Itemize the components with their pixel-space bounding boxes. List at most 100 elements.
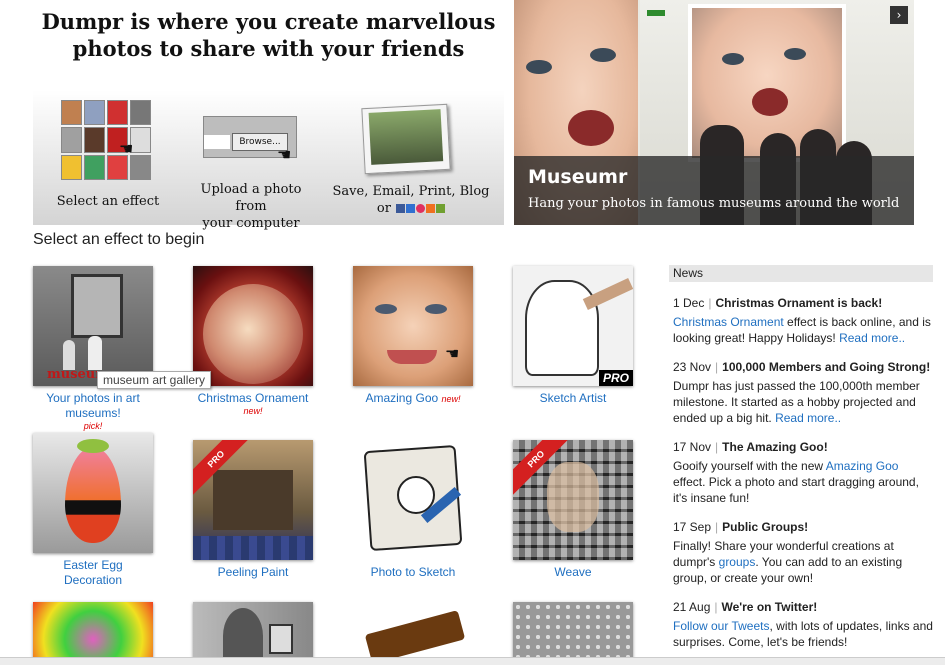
effect-label[interactable]: Weave — [513, 565, 633, 580]
effect-thumb-portrait[interactable] — [193, 602, 313, 664]
orkut-icon[interactable] — [416, 204, 426, 213]
effect-thumb-row3-2[interactable] — [193, 602, 313, 664]
xanga-icon[interactable] — [436, 204, 446, 213]
step-select-label: Select an effect — [56, 194, 160, 209]
effect-label-line1[interactable]: Weave — [554, 565, 591, 579]
news-title: The Amazing Goo! — [722, 440, 828, 454]
effect-amazing-goo[interactable]: ☚ Amazing Goo new! — [353, 266, 473, 407]
effect-peeling-paint[interactable]: PRO Peeling Paint — [193, 440, 313, 580]
effect-thumb-goo[interactable]: ☚ — [353, 266, 473, 386]
step-upload-label: Upload a photo from your computer — [183, 181, 319, 232]
step-save-label: Save, Email, Print, Blog or — [331, 183, 491, 217]
photo-stack-icon — [361, 103, 451, 175]
news-date: 23 Nov — [673, 360, 712, 374]
effect-note: new! — [243, 406, 263, 416]
effect-note: new! — [441, 394, 461, 404]
effect-thumb-row3-3[interactable] — [353, 602, 473, 664]
museumr-banner[interactable]: › Museumr Hang your photos in famous mus… — [514, 0, 914, 225]
effect-thumb-filmstrip[interactable] — [353, 602, 473, 664]
read-more-link[interactable]: Read more.. — [839, 331, 905, 345]
effect-label-line1[interactable]: Peeling Paint — [218, 565, 289, 579]
effect-label-line1[interactable]: Amazing Goo — [365, 391, 438, 405]
effect-label-line1[interactable]: Photo to Sketch — [371, 565, 456, 579]
effect-label-line1[interactable]: Christmas Ornament — [198, 391, 309, 405]
news-title: Christmas Ornament is back! — [715, 296, 883, 310]
effect-label-line2[interactable]: museums! — [65, 406, 120, 420]
step-select-effect: ☚ Select an effect — [33, 100, 183, 212]
effect-label[interactable]: Sketch Artist — [513, 391, 633, 406]
upload-line2: your computer — [202, 216, 300, 231]
step-upload: Browse... ☚ Upload a photo from your com… — [183, 100, 319, 231]
news-link[interactable]: Amazing Goo — [826, 459, 899, 473]
effect-thumb-weave[interactable]: PRO — [513, 440, 633, 560]
effect-label-line1[interactable]: Your photos in art — [46, 391, 140, 405]
news-item: 23 Nov | 100,000 Members and Going Strong!… — [673, 360, 931, 425]
effect-thumb-museumr[interactable]: museumr — [33, 266, 153, 386]
effect-weave[interactable]: PRO Weave — [513, 440, 633, 580]
effect-label[interactable]: Photo to Sketch — [353, 565, 473, 580]
effect-thumb-row3-1[interactable] — [33, 602, 153, 664]
upload-line1: Upload a photo from — [200, 182, 302, 214]
hand-cursor-icon: ☚ — [119, 139, 134, 158]
header-title-line2: photos to share with your friends — [72, 36, 465, 61]
effect-label[interactable]: Easter Egg Decoration — [33, 558, 153, 588]
effect-label[interactable]: Christmas Ornament — [193, 391, 313, 406]
header-title: Dumpr is where you create marvellous pho… — [33, 8, 504, 62]
facebook-icon[interactable] — [396, 204, 406, 213]
effect-sketch-artist[interactable]: PRO Sketch Artist — [513, 266, 633, 406]
header-promo: Dumpr is where you create marvellous pho… — [33, 0, 504, 231]
save-line1: Save, Email, Print, Blog — [332, 184, 490, 199]
step-save: Save, Email, Print, Blog or — [331, 100, 491, 218]
effect-thumb-popart[interactable] — [33, 602, 153, 664]
effect-label[interactable]: Your photos in art museums! — [33, 391, 153, 421]
myspace-icon[interactable] — [406, 204, 416, 213]
news-link[interactable]: Christmas Ornament — [673, 315, 784, 329]
news-date: 17 Sep — [673, 520, 712, 534]
news-title: 100,000 Members and Going Strong! — [722, 360, 931, 374]
effect-museumr[interactable]: museumr Your photos in art museums! pick… — [33, 266, 153, 431]
save-or: or — [376, 201, 391, 216]
banner-tag-icon — [647, 10, 665, 16]
effect-thumb-peeling-paint[interactable]: PRO — [193, 440, 313, 560]
effect-easter-egg[interactable]: Easter Egg Decoration — [33, 433, 153, 588]
effect-label-line1[interactable]: Sketch Artist — [540, 391, 607, 405]
news-item: 17 Nov | The Amazing Goo! Gooify yourself … — [673, 440, 919, 505]
effect-photo-to-sketch[interactable]: Photo to Sketch — [353, 440, 473, 580]
effect-label[interactable]: Amazing Goo new! — [353, 391, 473, 407]
news-date: 17 Nov — [673, 440, 712, 454]
hand-cursor-icon: ☚ — [277, 145, 292, 164]
news-link[interactable]: Follow our Tweets — [673, 619, 770, 633]
effect-note: pick! — [83, 421, 103, 431]
banner-subtitle: Hang your photos in famous museums aroun… — [528, 196, 900, 211]
news-item: 1 Dec | Christmas Ornament is back! Christ… — [673, 296, 931, 345]
hi5-icon[interactable] — [426, 204, 436, 213]
pro-badge: PRO — [598, 370, 633, 386]
news-item: 21 Aug | We're on Twitter! Follow our Twee… — [673, 600, 933, 649]
banner-title: Museumr — [528, 166, 628, 188]
effect-thumb-sketch-artist[interactable]: PRO — [513, 266, 633, 386]
news-text: effect. Pick a photo and start dragging … — [673, 475, 919, 505]
news-heading: News — [669, 265, 933, 282]
save-line2: or — [331, 200, 491, 217]
news-link[interactable]: groups — [719, 555, 756, 569]
tooltip: museum art gallery — [97, 371, 212, 389]
effect-thumbnails-icon — [61, 100, 151, 180]
effect-thumb-easter-egg[interactable] — [33, 433, 153, 553]
effect-christmas-ornament[interactable]: Christmas Ornament new! — [193, 266, 313, 416]
news-title: We're on Twitter! — [721, 600, 818, 614]
effect-label-line2[interactable]: Decoration — [64, 573, 122, 587]
effect-label-line1[interactable]: Easter Egg — [63, 558, 122, 572]
effect-thumb-row3-4[interactable] — [513, 602, 633, 664]
banner-next-icon[interactable]: › — [890, 6, 908, 24]
effect-thumb-christmas[interactable] — [193, 266, 313, 386]
news-text: Gooify yourself with the new — [673, 459, 826, 473]
hand-cursor-icon: ☚ — [445, 344, 460, 363]
header-title-line1: Dumpr is where you create marvellous — [41, 9, 496, 34]
read-more-link[interactable]: Read more.. — [775, 411, 841, 425]
news-title: Public Groups! — [722, 520, 809, 534]
news-panel: News 1 Dec | Christmas Ornament is back! C… — [669, 265, 933, 650]
effect-label[interactable]: Peeling Paint — [193, 565, 313, 580]
section-title: Select an effect to begin — [33, 231, 205, 248]
effect-thumb-mosaic[interactable] — [513, 602, 633, 664]
effect-thumb-photo-to-sketch[interactable] — [353, 440, 473, 560]
